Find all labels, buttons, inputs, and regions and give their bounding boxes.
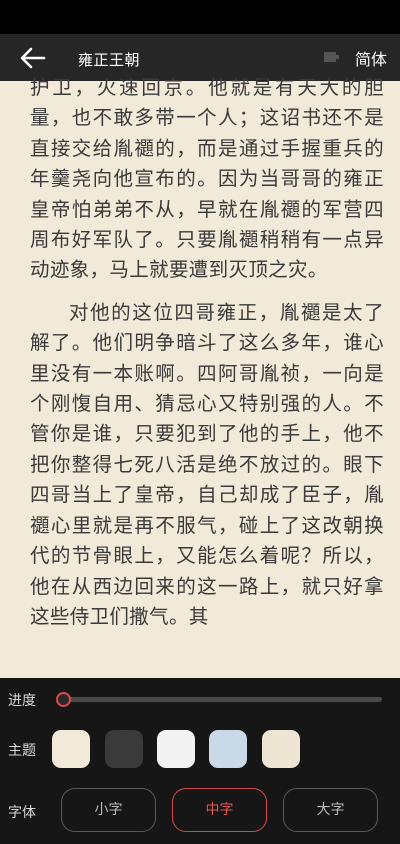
paragraph: 护卫，火速回京。他就是有天大的胆量，也不敢多带一个人；这诏书还不是直接交给胤禵的… (30, 76, 384, 282)
progress-label: 进度 (8, 693, 36, 709)
status-bar (0, 0, 400, 34)
theme-swatch-blue[interactable] (209, 730, 247, 768)
theme-swatch-cream[interactable] (52, 730, 90, 768)
progress-slider[interactable] (56, 692, 382, 707)
reader-settings-panel: 进度 主题 字体 小字 中字 大字 (0, 678, 400, 844)
font-size-small-button[interactable]: 小字 (61, 788, 156, 832)
progress-thumb[interactable] (56, 692, 72, 707)
theme-swatch-beige[interactable] (262, 730, 300, 768)
theme-label: 主题 (8, 743, 36, 759)
font-size-medium-button[interactable]: 中字 (172, 788, 267, 832)
theme-swatch-dark[interactable] (105, 730, 143, 768)
battery-icon (324, 48, 340, 62)
paragraph: 对他的这位四哥雍正，胤禵是太了解了。他们明争暗斗了这么多年，谁心里没有一本账啊。… (30, 300, 384, 628)
font-size-large-button[interactable]: 大字 (283, 788, 378, 832)
theme-swatch-white[interactable] (157, 730, 195, 768)
reading-area[interactable]: 护卫，火速回京。他就是有天大的胆量，也不敢多带一个人；这诏书还不是直接交给胤禵的… (0, 60, 400, 680)
font-label: 字体 (8, 805, 36, 821)
